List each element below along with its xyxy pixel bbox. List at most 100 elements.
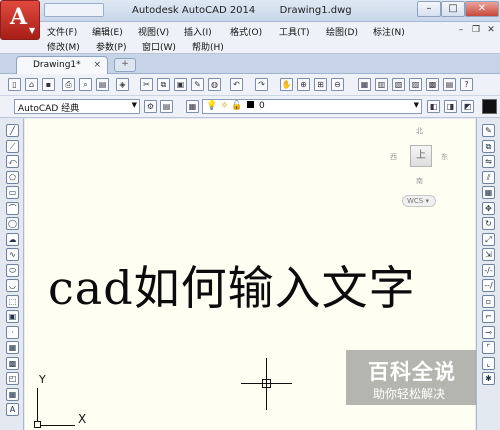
match-properties-icon[interactable]: ✎: [191, 78, 204, 91]
menu-view[interactable]: 视图(V): [138, 25, 169, 38]
workspace-settings-icon[interactable]: ⚙: [144, 100, 157, 113]
explode-icon[interactable]: ✱: [482, 372, 495, 385]
erase-icon[interactable]: ✎: [482, 124, 495, 137]
layer-previous-icon[interactable]: ◨: [444, 100, 457, 113]
chamfer-icon[interactable]: ⌜: [482, 341, 495, 354]
minimize-button[interactable]: –: [417, 1, 441, 17]
open-file-icon[interactable]: ⌂: [25, 78, 38, 91]
design-center-icon[interactable]: ▥: [375, 78, 388, 91]
array-icon[interactable]: ▦: [482, 186, 495, 199]
zoom-realtime-icon[interactable]: ⊕: [297, 78, 310, 91]
menu-tools[interactable]: 工具(T): [279, 25, 310, 38]
doc-restore-icon[interactable]: ❐: [470, 25, 482, 37]
menu-format[interactable]: 格式(O): [230, 25, 262, 38]
viewcube-south[interactable]: 南: [416, 176, 423, 186]
ellipse-icon[interactable]: ⬭: [6, 263, 19, 277]
pan-icon[interactable]: ✋: [280, 78, 293, 91]
close-button[interactable]: ✕: [465, 1, 499, 17]
copy-icon[interactable]: ⧉: [157, 78, 170, 91]
maximize-button[interactable]: □: [441, 1, 465, 17]
new-tab-button[interactable]: +: [114, 58, 136, 72]
join-icon[interactable]: ⊸: [482, 325, 495, 339]
menu-insert[interactable]: 插入(I): [184, 25, 212, 38]
new-file-icon[interactable]: ▯: [8, 78, 21, 91]
rotate-icon[interactable]: ↻: [482, 217, 495, 230]
region-icon[interactable]: ◰: [6, 372, 19, 385]
insert-block-icon[interactable]: ⬚: [6, 294, 19, 308]
help-icon[interactable]: ?: [460, 78, 473, 91]
tab-drawing1[interactable]: Drawing1* ×: [16, 56, 108, 74]
block-editor-icon[interactable]: ◍: [208, 78, 221, 91]
undo-icon[interactable]: ↶: [230, 78, 243, 91]
quick-access-toolbar[interactable]: [44, 3, 104, 17]
3d-dwf-icon[interactable]: ◈: [116, 78, 129, 91]
menu-window[interactable]: 窗口(W): [142, 40, 176, 53]
viewcube-north[interactable]: 北: [416, 126, 423, 136]
offset-icon[interactable]: ⫽: [482, 170, 495, 184]
revision-cloud-icon[interactable]: ☁: [6, 232, 19, 246]
color-control[interactable]: [482, 99, 497, 114]
menu-draw[interactable]: 绘图(D): [326, 25, 358, 38]
extend-icon[interactable]: --/: [482, 279, 495, 292]
break-icon[interactable]: ⌐: [482, 310, 495, 323]
trim-icon[interactable]: -/-: [482, 263, 495, 277]
menu-dimension[interactable]: 标注(N): [373, 25, 405, 38]
doc-close-icon[interactable]: ✕: [485, 25, 497, 37]
layer-state-icon[interactable]: ◩: [461, 100, 474, 113]
ellipse-arc-icon[interactable]: ◡: [6, 279, 19, 292]
line-icon[interactable]: ╱: [6, 124, 19, 137]
make-block-icon[interactable]: ▣: [6, 310, 19, 323]
menu-modify[interactable]: 修改(M): [47, 40, 80, 53]
mirror-icon[interactable]: ⇋: [482, 155, 495, 168]
mtext-icon[interactable]: A: [6, 403, 19, 416]
circle-icon[interactable]: ◯: [6, 217, 19, 230]
properties-icon[interactable]: ▦: [358, 78, 371, 91]
publish-icon[interactable]: ▤: [96, 78, 109, 91]
sheet-set-icon[interactable]: ▨: [409, 78, 422, 91]
make-current-layer-icon[interactable]: ◧: [427, 100, 440, 113]
tab-close-icon[interactable]: ×: [93, 60, 101, 70]
construction-line-icon[interactable]: ⟋: [6, 139, 19, 153]
save-icon[interactable]: ▪: [42, 78, 55, 91]
wcs-menu[interactable]: WCS ▾: [402, 195, 436, 207]
application-menu-button[interactable]: A ▼: [0, 0, 40, 40]
paste-icon[interactable]: ▣: [174, 78, 187, 91]
workspace-select[interactable]: AutoCAD 经典 ▼: [14, 99, 140, 114]
layer-select[interactable]: 💡 ☼ 🔓 0 ▼: [202, 99, 422, 114]
tool-palettes-icon[interactable]: ▧: [392, 78, 405, 91]
zoom-previous-icon[interactable]: ⊖: [331, 78, 344, 91]
arc-icon[interactable]: ⌒: [6, 201, 19, 215]
rectangle-icon[interactable]: ▭: [6, 186, 19, 199]
gradient-icon[interactable]: ▩: [6, 356, 19, 370]
menu-help[interactable]: 帮助(H): [192, 40, 224, 53]
plot-preview-icon[interactable]: ⌕: [79, 78, 92, 91]
workspace-icon[interactable]: ▤: [160, 100, 173, 113]
layer-properties-icon[interactable]: ▦: [186, 100, 199, 113]
redo-icon[interactable]: ↷: [255, 78, 268, 91]
markup-icon[interactable]: ▩: [426, 78, 439, 91]
viewcube-top-face[interactable]: 上: [410, 145, 432, 167]
polygon-icon[interactable]: ⬠: [6, 170, 19, 184]
spline-icon[interactable]: ∿: [6, 248, 19, 261]
cut-icon[interactable]: ✂: [140, 78, 153, 91]
menu-edit[interactable]: 编辑(E): [92, 25, 123, 38]
viewcube-west[interactable]: 西: [390, 152, 397, 162]
scale-icon[interactable]: ⤢: [482, 232, 495, 246]
quickcalc-icon[interactable]: ▤: [443, 78, 456, 91]
plot-icon[interactable]: ⎙: [62, 78, 75, 91]
table-icon[interactable]: ▦: [6, 387, 19, 401]
menu-file[interactable]: 文件(F): [47, 25, 77, 38]
doc-minimize-icon[interactable]: –: [455, 25, 467, 37]
ucs-x-label: X: [78, 412, 87, 426]
copy-icon[interactable]: ⧉: [482, 139, 495, 153]
fillet-icon[interactable]: ⌞: [482, 356, 495, 370]
point-icon[interactable]: ·: [6, 325, 19, 339]
break-at-point-icon[interactable]: ▫: [482, 294, 495, 308]
zoom-window-icon[interactable]: ⊞: [314, 78, 327, 91]
stretch-icon[interactable]: ⇲: [482, 248, 495, 261]
hatch-icon[interactable]: ▦: [6, 341, 19, 354]
move-icon[interactable]: ✥: [482, 201, 495, 215]
polyline-icon[interactable]: ⤺: [6, 155, 19, 168]
menu-parameters[interactable]: 参数(P): [96, 40, 126, 53]
viewcube-east[interactable]: 东: [441, 152, 448, 162]
